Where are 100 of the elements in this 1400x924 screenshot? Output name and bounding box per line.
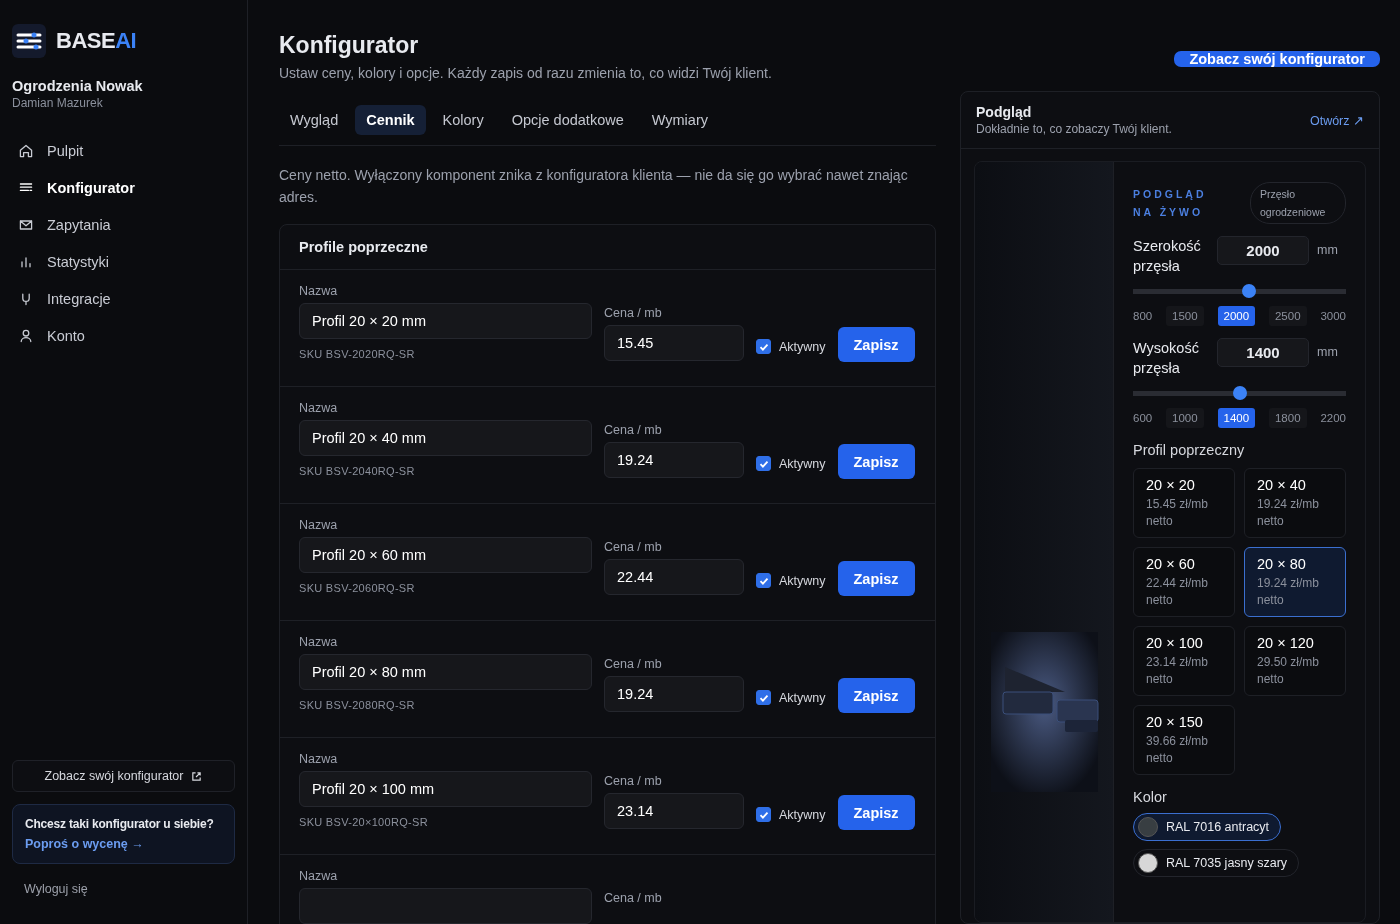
view-configurator-button[interactable]: Zobacz swój konfigurator [12, 760, 235, 792]
sku-text: SKU BSV-2020RQ-SR [299, 348, 416, 360]
profile-option[interactable]: 20 × 80 19.24 zł/mb netto [1244, 547, 1346, 617]
preset-chip[interactable]: 1400 [1217, 408, 1256, 428]
checkbox[interactable] [756, 339, 771, 354]
live-preview-label: PODGLĄD NA ŻYWO [1133, 187, 1208, 220]
tab[interactable]: Wygląd [279, 105, 350, 135]
profile-price: 39.66 zł/mb netto [1146, 733, 1210, 767]
checkbox[interactable] [756, 807, 771, 822]
field-label: Cena / mb [604, 540, 663, 554]
tab[interactable]: Kolory [431, 105, 495, 135]
preset-chip[interactable]: 3000 [1320, 306, 1346, 326]
checkbox[interactable] [756, 456, 771, 471]
name-field[interactable]: Profil 20 × 100 mm [299, 771, 592, 807]
save-button[interactable]: Zapisz [837, 444, 915, 479]
checkbox-label: Aktywny [779, 807, 826, 822]
quote-link[interactable]: Poproś o wycenę → [25, 837, 222, 851]
checkbox-label: Aktywny [779, 690, 826, 705]
mail-icon [18, 217, 34, 233]
tab[interactable]: Cennik [355, 105, 426, 135]
page-subtitle: Ustaw ceny, kolory i opcje. Każdy zapis od razu zmienia to, co widzi Twój klient. [279, 65, 773, 81]
preset-chip[interactable]: 1000 [1166, 408, 1204, 428]
checkbox[interactable] [756, 573, 771, 588]
profile-option[interactable]: 20 × 100 23.14 zł/mb netto [1133, 626, 1235, 696]
open-link[interactable]: Otwórz ↗ [1309, 112, 1364, 128]
nav-item[interactable]: Pulpit [12, 134, 235, 168]
profile-size: 20 × 40 [1257, 477, 1307, 493]
field-label: Nazwa [299, 284, 339, 298]
price-field[interactable]: 15.45 [604, 325, 744, 361]
slider-thumb[interactable] [1242, 284, 1257, 298]
panel-title: Podgląd [976, 104, 1033, 120]
preset-chip[interactable]: 1800 [1268, 408, 1307, 428]
price-field[interactable]: 19.24 [604, 442, 744, 478]
tab[interactable]: Wymiary [640, 105, 719, 135]
save-button[interactable]: Zapisz [837, 678, 915, 713]
tab[interactable]: Opcje dodatkowe [500, 105, 635, 135]
checkbox-label: Aktywny [779, 339, 826, 354]
nav-item[interactable]: Statystyki [12, 245, 235, 279]
company-name: Ogrodzenia Nowak [12, 78, 144, 94]
dimension-field[interactable]: 1400 [1217, 338, 1309, 367]
color-option[interactable]: RAL 7016 antracyt [1133, 813, 1282, 841]
profile-size: 20 × 100 [1146, 635, 1204, 651]
view-configurator-button[interactable]: Zobacz swój konfigurator [1174, 51, 1380, 67]
product-badge: Przęsło ogrodzeniowe [1250, 182, 1346, 224]
preset-chip[interactable]: 2000 [1217, 306, 1256, 326]
profile-size: 20 × 60 [1146, 556, 1196, 572]
field-label: Nazwa [299, 401, 339, 415]
preset-chip[interactable]: 800 [1133, 306, 1153, 326]
nav-item[interactable]: Zapytania [12, 208, 235, 242]
external-link-icon [191, 770, 203, 782]
profile-option[interactable]: 20 × 20 15.45 zł/mb netto [1133, 468, 1235, 538]
save-button[interactable]: Zapisz [837, 327, 915, 362]
price-field[interactable]: 19.24 [604, 676, 744, 712]
profile-size: 20 × 80 [1257, 556, 1307, 572]
sku-text: SKU BSV-2060RQ-SR [299, 582, 416, 594]
page-title: Konfigurator [279, 32, 420, 59]
user-icon [18, 328, 34, 344]
logo-wordmark: BASEAI [56, 28, 137, 54]
dimension-label: Szerokość przęsła [1133, 237, 1202, 276]
save-button[interactable]: Zapisz [837, 795, 915, 830]
profile-price: 29.50 zł/mb netto [1257, 654, 1321, 688]
field-label: Cena / mb [604, 774, 663, 788]
nav-item[interactable]: Integracje [12, 282, 235, 316]
price-field[interactable]: 22.44 [604, 559, 744, 595]
name-field[interactable]: Profil 20 × 40 mm [299, 420, 592, 456]
unit-label: mm [1317, 243, 1338, 257]
profile-price: 23.14 zł/mb netto [1146, 654, 1210, 688]
slider-thumb[interactable] [1232, 386, 1247, 400]
dimension-field[interactable]: 2000 [1217, 236, 1309, 265]
profile-price: 22.44 zł/mb netto [1146, 575, 1210, 609]
profile-price: 15.45 zł/mb netto [1146, 496, 1210, 530]
name-field[interactable]: Profil 20 × 80 mm [299, 654, 592, 690]
user-name: Damian Mazurek [12, 96, 104, 110]
nav-item[interactable]: Konto [12, 319, 235, 353]
dimension-label: Wysokość przęsła [1133, 339, 1200, 378]
name-field[interactable]: Profil 20 × 20 mm [299, 303, 592, 339]
preset-chip[interactable]: 600 [1133, 408, 1153, 428]
preset-chip[interactable]: 2200 [1320, 408, 1346, 428]
sku-text: SKU BSV-2040RQ-SR [299, 465, 416, 477]
nav-item[interactable]: Konfigurator [12, 171, 235, 205]
name-field[interactable]: Profil 20 × 60 mm [299, 537, 592, 573]
profile-option[interactable]: 20 × 150 39.66 zł/mb netto [1133, 705, 1235, 775]
profile-option[interactable]: 20 × 120 29.50 zł/mb netto [1244, 626, 1346, 696]
field-label: Cena / mb [604, 423, 663, 437]
price-field[interactable]: 23.14 [604, 793, 744, 829]
logout-link[interactable]: Wyloguj się [12, 882, 235, 896]
profile-option[interactable]: 20 × 60 22.44 zł/mb netto [1133, 547, 1235, 617]
unit-label: mm [1317, 345, 1338, 359]
save-button[interactable]: Zapisz [837, 561, 915, 596]
profile-option[interactable]: 20 × 40 19.24 zł/mb netto [1244, 468, 1346, 538]
group-label: Profil poprzeczny [1133, 442, 1246, 458]
checkbox[interactable] [756, 690, 771, 705]
profile-price: 19.24 zł/mb netto [1257, 496, 1321, 530]
section-title: Profile poprzeczne [280, 225, 935, 270]
name-field[interactable] [299, 888, 592, 924]
preset-chip[interactable]: 1500 [1166, 306, 1204, 326]
sku-text: SKU BSV-2080RQ-SR [299, 699, 416, 711]
preset-chip[interactable]: 2500 [1268, 306, 1307, 326]
checkbox-label: Aktywny [779, 573, 826, 588]
pricing-note: Ceny netto. Wyłączony komponent znika z konfiguratora klienta — nie da się go wybrać nawet znając adres. [279, 166, 909, 207]
